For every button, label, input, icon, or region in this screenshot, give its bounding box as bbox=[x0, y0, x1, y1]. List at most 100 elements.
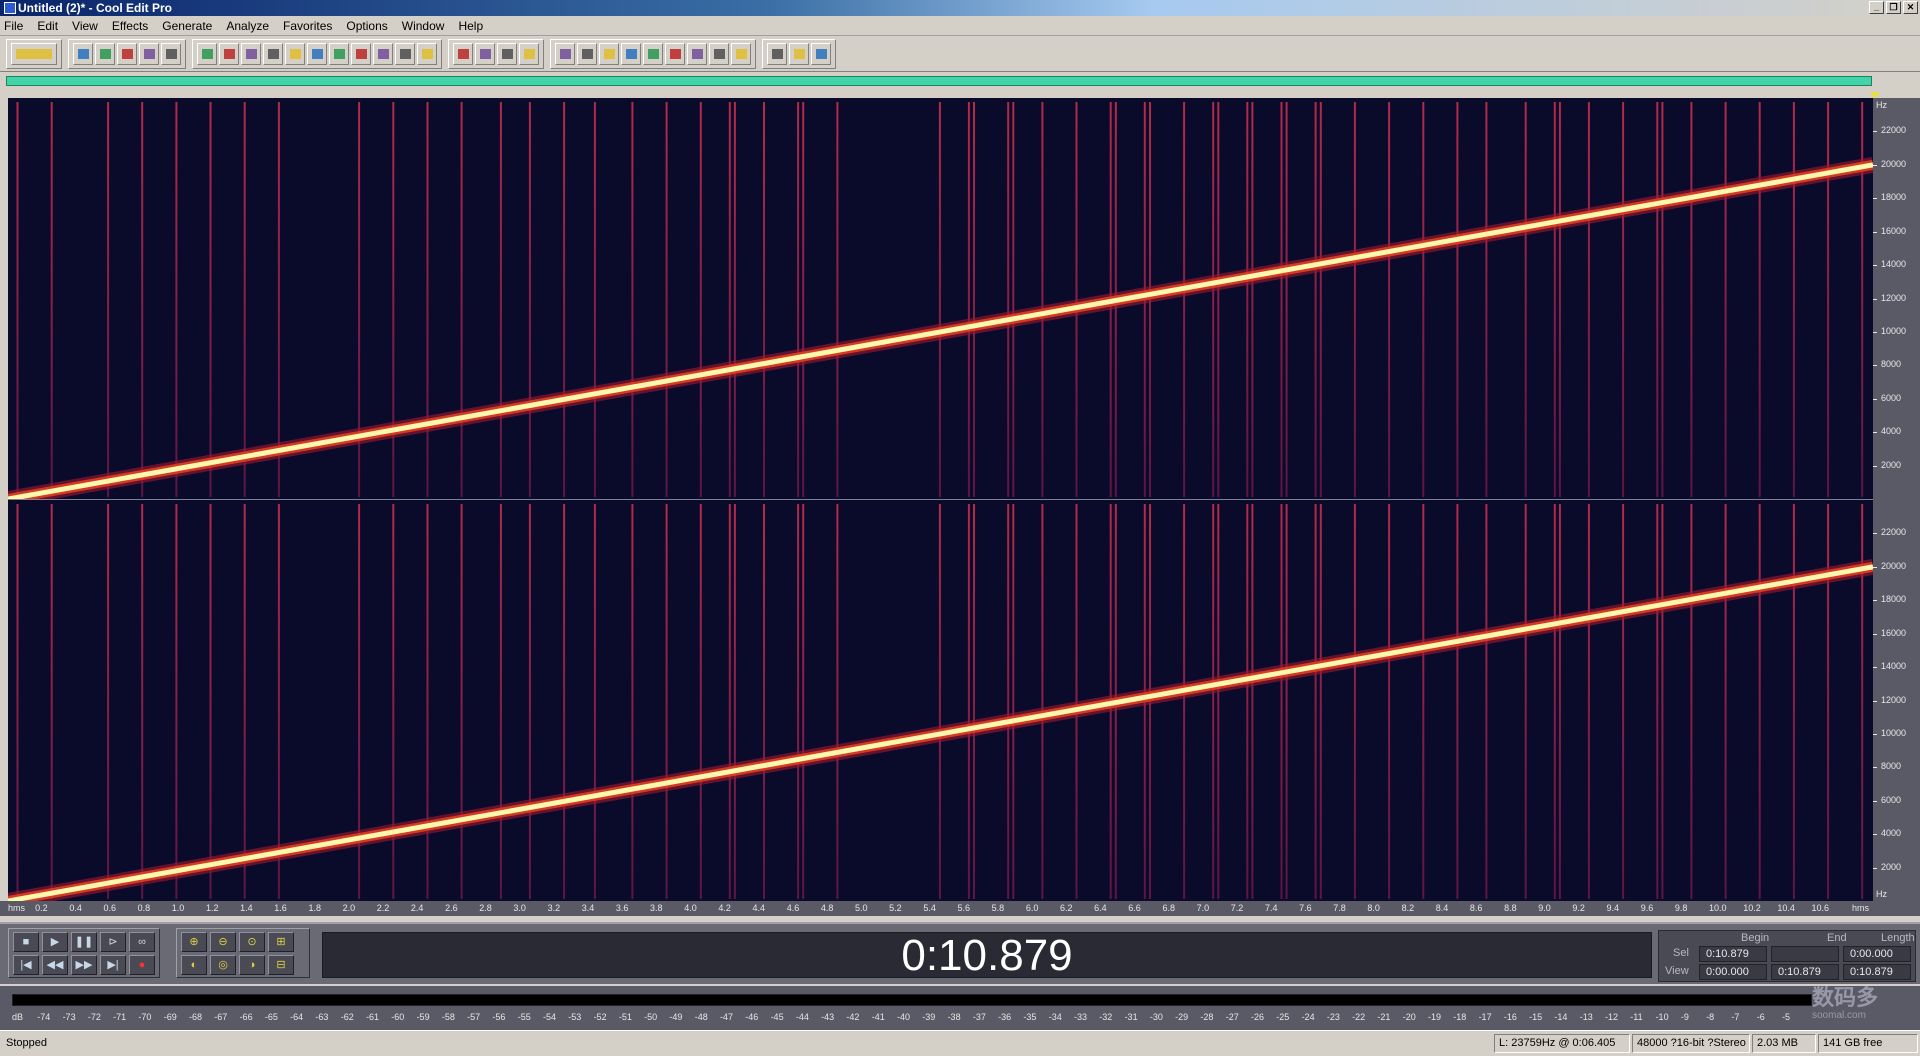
click-transient bbox=[1251, 102, 1254, 497]
menu-analyze[interactable]: Analyze bbox=[226, 19, 269, 33]
hz-tick-label: 4000 bbox=[1881, 828, 1902, 839]
zoom-left-icon[interactable]: ◐ bbox=[181, 955, 207, 975]
menu-favorites[interactable]: Favorites bbox=[283, 19, 332, 33]
multitrack-view-icon[interactable] bbox=[519, 42, 539, 65]
minimize-icon[interactable]: _ bbox=[1869, 1, 1884, 14]
hz-tick-label: 12000 bbox=[1881, 292, 1907, 303]
toolbar-group bbox=[68, 38, 186, 69]
play-icon[interactable]: ▶ bbox=[42, 932, 68, 952]
grid-icon[interactable] bbox=[687, 42, 707, 65]
redo-icon[interactable] bbox=[219, 42, 239, 65]
restore-icon[interactable]: ❐ bbox=[1886, 1, 1901, 14]
toolbar-group bbox=[192, 38, 442, 69]
meter-tick-label: -57 bbox=[467, 1012, 481, 1022]
click-transient bbox=[499, 504, 502, 899]
meter-tick-label: -10 bbox=[1655, 1012, 1669, 1022]
menu-window[interactable]: Window bbox=[402, 19, 445, 33]
save-file-icon[interactable] bbox=[117, 42, 137, 65]
go-to-start-icon[interactable]: |◀ bbox=[13, 955, 39, 975]
help-icon[interactable] bbox=[811, 42, 831, 65]
meter-tick-label: -67 bbox=[214, 1012, 228, 1022]
record-icon[interactable]: ● bbox=[129, 955, 155, 975]
menu-help[interactable]: Help bbox=[458, 19, 483, 33]
paste-icon[interactable] bbox=[329, 42, 349, 65]
app-icon[interactable] bbox=[4, 2, 16, 14]
meter-tick-label: -39 bbox=[922, 1012, 936, 1022]
copy-icon[interactable] bbox=[285, 42, 305, 65]
stop-icon[interactable]: ■ bbox=[13, 932, 39, 952]
hz-tick-mark bbox=[1873, 265, 1877, 267]
spectrogram[interactable] bbox=[8, 98, 1873, 901]
scripts-icon[interactable] bbox=[767, 42, 787, 65]
frequency-icon[interactable] bbox=[643, 42, 663, 65]
fast-forward-icon[interactable]: ▶▶ bbox=[71, 955, 97, 975]
loop-icon[interactable]: ∞ bbox=[129, 932, 155, 952]
undo-icon[interactable] bbox=[197, 42, 217, 65]
open-file-icon[interactable] bbox=[95, 42, 115, 65]
menu-options[interactable]: Options bbox=[346, 19, 387, 33]
zoom-in-icon[interactable]: ⊕ bbox=[181, 932, 207, 952]
click-transient bbox=[1183, 102, 1186, 497]
rewind-icon[interactable]: ◀◀ bbox=[42, 955, 68, 975]
click-transient bbox=[277, 504, 280, 899]
new-file-icon[interactable] bbox=[73, 42, 93, 65]
click-transient bbox=[1724, 102, 1727, 497]
menu-file[interactable]: File bbox=[4, 19, 23, 33]
time-tick-label: 9.2 bbox=[1572, 903, 1585, 913]
zoom-vertical-in-icon[interactable]: ⊞ bbox=[268, 932, 294, 952]
waveform-view-icon[interactable] bbox=[475, 42, 495, 65]
click-transient bbox=[665, 102, 668, 497]
zoom-right-icon[interactable]: ◑ bbox=[239, 955, 265, 975]
level-meter[interactable]: dB -74 -73 -72 -71 -70 -69 -68 -67 -66 -65 -64 -63 -6… bbox=[0, 986, 1920, 1030]
time-tick-label: 5.2 bbox=[889, 903, 902, 913]
cd-icon[interactable] bbox=[577, 42, 597, 65]
spectral-view-icon[interactable] bbox=[453, 42, 473, 65]
mode-toggle-icon[interactable] bbox=[11, 42, 57, 65]
time-ruler[interactable]: hms 0.2 0.4 0.6 0.8 1.0 1.2 1.4 1.6 1.8 2.0 2.2 2.4 2… bbox=[0, 901, 1920, 916]
menu-edit[interactable]: Edit bbox=[37, 19, 58, 33]
play-to-end-icon[interactable]: ⊳ bbox=[100, 932, 126, 952]
sel-begin-field[interactable]: 0:10.879 bbox=[1699, 946, 1767, 962]
batch-icon[interactable] bbox=[555, 42, 575, 65]
sel-end-field[interactable] bbox=[1771, 946, 1839, 962]
settings-icon[interactable] bbox=[789, 42, 809, 65]
view-begin-field[interactable]: 0:00.000 bbox=[1699, 964, 1767, 980]
click-transient bbox=[460, 102, 463, 497]
close-file-icon[interactable] bbox=[161, 42, 181, 65]
zoom-vertical-out-icon[interactable]: ⊟ bbox=[268, 955, 294, 975]
cut-icon[interactable] bbox=[307, 42, 327, 65]
spectral-view[interactable] bbox=[8, 98, 1873, 901]
info-icon[interactable] bbox=[731, 42, 751, 65]
click-transient bbox=[1280, 504, 1283, 899]
go-to-end-icon[interactable]: ▶| bbox=[100, 955, 126, 975]
loop-icon[interactable] bbox=[599, 42, 619, 65]
hz-tick-label: 2000 bbox=[1881, 459, 1902, 470]
meter-tick-label: -47 bbox=[720, 1012, 734, 1022]
menu-view[interactable]: View bbox=[72, 19, 98, 33]
insert-icon[interactable] bbox=[417, 42, 437, 65]
meter-tick-label: -17 bbox=[1478, 1012, 1492, 1022]
sel-length-field[interactable]: 0:00.000 bbox=[1843, 946, 1911, 962]
menu-effects[interactable]: Effects bbox=[112, 19, 148, 33]
counter-icon[interactable] bbox=[665, 42, 685, 65]
overview-scrollbar[interactable] bbox=[6, 76, 1872, 86]
paste-new-icon[interactable] bbox=[351, 42, 371, 65]
close-icon[interactable]: ✕ bbox=[1903, 1, 1918, 14]
click-transient bbox=[528, 504, 531, 899]
copy-new-icon[interactable] bbox=[263, 42, 283, 65]
pause-icon[interactable]: ❚❚ bbox=[71, 932, 97, 952]
zoom-out-icon[interactable]: ⊖ bbox=[210, 932, 236, 952]
play-list-icon[interactable] bbox=[621, 42, 641, 65]
repeat-icon[interactable] bbox=[241, 42, 261, 65]
meter-icon[interactable] bbox=[709, 42, 729, 65]
save-all-icon[interactable] bbox=[139, 42, 159, 65]
menu-generate[interactable]: Generate bbox=[162, 19, 212, 33]
mix-paste-icon[interactable] bbox=[373, 42, 393, 65]
view-end-field[interactable]: 0:10.879 bbox=[1771, 964, 1839, 980]
view-length-field[interactable]: 0:10.879 bbox=[1843, 964, 1911, 980]
zoom-selection-icon[interactable]: ◎ bbox=[210, 955, 236, 975]
zoom-full-icon[interactable]: ⊙ bbox=[239, 932, 265, 952]
trim-icon[interactable] bbox=[395, 42, 415, 65]
edit-view-icon[interactable] bbox=[497, 42, 517, 65]
meter-tick-label: -9 bbox=[1680, 1012, 1689, 1022]
